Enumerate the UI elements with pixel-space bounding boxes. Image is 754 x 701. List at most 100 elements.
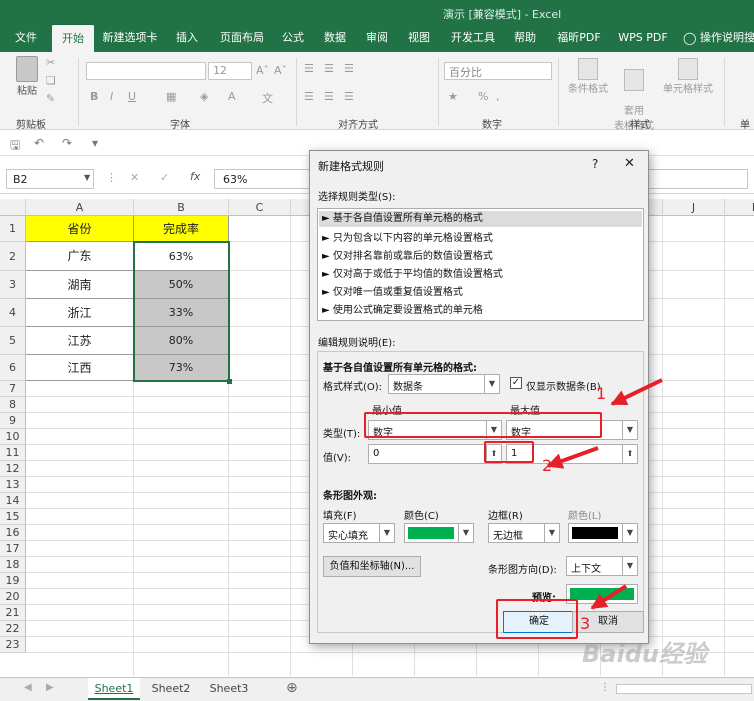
rule-type-item[interactable]: ► 使用公式确定要设置格式的单元格 bbox=[322, 301, 483, 316]
tab-file[interactable]: 文件 bbox=[6, 24, 46, 52]
fill-color-picker[interactable]: ▼ bbox=[404, 523, 474, 543]
fill-color-icon[interactable]: ◈ bbox=[200, 90, 208, 103]
row-header-22[interactable]: 22 bbox=[0, 621, 26, 637]
tell-me-search[interactable]: 操作说明搜 bbox=[700, 24, 754, 52]
tab-home[interactable]: 开始 bbox=[52, 24, 94, 52]
row-header-2[interactable]: 2 bbox=[0, 242, 26, 271]
align-right-icon[interactable]: ☰ bbox=[344, 90, 354, 103]
number-format-select[interactable]: 百分比 bbox=[444, 62, 552, 80]
sheet-tab-sheet3[interactable]: Sheet3 bbox=[202, 678, 256, 700]
cell-a4[interactable]: 浙江 bbox=[26, 299, 134, 327]
row-header-5[interactable]: 5 bbox=[0, 327, 26, 355]
copy-icon[interactable]: ❏ bbox=[46, 74, 56, 87]
shrink-font-icon[interactable]: Aˇ bbox=[274, 64, 287, 77]
rule-type-item[interactable]: ► 基于各自值设置所有单元格的格式 bbox=[319, 211, 642, 227]
row-header-19[interactable]: 19 bbox=[0, 573, 26, 589]
tab-formulas[interactable]: 公式 bbox=[276, 24, 310, 52]
redo-icon[interactable]: ↷ bbox=[62, 136, 72, 150]
cell-b1[interactable]: 完成率 bbox=[134, 216, 229, 242]
font-size-select[interactable]: 12 bbox=[208, 62, 252, 80]
row-header-1[interactable]: 1 bbox=[0, 216, 26, 242]
name-box[interactable]: B2 bbox=[6, 169, 94, 189]
select-all-corner[interactable] bbox=[0, 199, 26, 216]
cell-a2[interactable]: 广东 bbox=[26, 242, 134, 271]
row-header-4[interactable]: 4 bbox=[0, 299, 26, 327]
conditional-format-button[interactable]: 条件格式 bbox=[566, 58, 610, 95]
cell-a3[interactable]: 湖南 bbox=[26, 271, 134, 299]
insert-function-icon[interactable]: fx bbox=[190, 170, 200, 183]
tab-page-layout[interactable]: 页面布局 bbox=[214, 24, 270, 52]
borders-icon[interactable]: ▦ bbox=[166, 90, 176, 103]
row-header-8[interactable]: 8 bbox=[0, 397, 26, 413]
sheet-tab-sheet1[interactable]: Sheet1 bbox=[88, 678, 140, 700]
cell-a5[interactable]: 江苏 bbox=[26, 327, 134, 355]
format-style-select[interactable]: 数据条 ▼ bbox=[388, 374, 500, 394]
prev-sheet-icon[interactable]: ◀ bbox=[24, 682, 32, 693]
row-header-7[interactable]: 7 bbox=[0, 381, 26, 397]
align-bottom-icon[interactable]: ☰ bbox=[344, 62, 354, 75]
tab-view[interactable]: 视图 bbox=[402, 24, 436, 52]
rule-type-item[interactable]: ► 只为包含以下内容的单元格设置格式 bbox=[322, 229, 493, 244]
cell-a6[interactable]: 江西 bbox=[26, 355, 134, 381]
border-select[interactable]: 无边框 ▼ bbox=[488, 523, 560, 543]
column-header-j[interactable]: J bbox=[663, 199, 725, 216]
underline-icon[interactable]: U bbox=[128, 90, 136, 103]
tab-new[interactable]: 新建选项卡 bbox=[98, 24, 162, 52]
save-icon[interactable]: 🖫 bbox=[10, 136, 20, 157]
show-bar-only-checkbox[interactable]: ✓ bbox=[510, 377, 522, 389]
sheet-tab-sheet2[interactable]: Sheet2 bbox=[144, 678, 198, 700]
rule-type-item[interactable]: ► 仅对高于或低于平均值的数值设置格式 bbox=[322, 265, 503, 280]
customize-icon[interactable]: ▾ bbox=[92, 136, 98, 150]
cut-icon[interactable]: ✂ bbox=[46, 56, 55, 69]
column-header-c[interactable]: C bbox=[229, 199, 291, 216]
row-header-6[interactable]: 6 bbox=[0, 355, 26, 381]
bold-icon[interactable]: B bbox=[90, 90, 98, 103]
tab-review[interactable]: 审阅 bbox=[360, 24, 394, 52]
undo-icon[interactable]: ↶ bbox=[34, 136, 44, 150]
row-header-18[interactable]: 18 bbox=[0, 557, 26, 573]
rule-type-list[interactable]: ► 基于各自值设置所有单元格的格式 ► 只为包含以下内容的单元格设置格式 ► 仅… bbox=[317, 208, 644, 321]
cancel-entry-icon[interactable]: ✕ bbox=[130, 171, 139, 184]
next-sheet-icon[interactable]: ▶ bbox=[46, 682, 54, 693]
direction-select[interactable]: 上下文 ▼ bbox=[566, 556, 638, 576]
fill-handle[interactable] bbox=[227, 379, 232, 384]
border-color-picker[interactable]: ▼ bbox=[568, 523, 638, 543]
comma-icon[interactable]: , bbox=[496, 90, 500, 103]
row-header-14[interactable]: 14 bbox=[0, 493, 26, 509]
cell-styles-button[interactable]: 单元格样式 bbox=[660, 58, 716, 95]
column-header-a[interactable]: A bbox=[26, 199, 134, 216]
tab-foxit-pdf[interactable]: 福昕PDF bbox=[552, 24, 606, 52]
row-header-12[interactable]: 12 bbox=[0, 461, 26, 477]
font-color-icon[interactable]: A bbox=[228, 90, 236, 103]
row-header-16[interactable]: 16 bbox=[0, 525, 26, 541]
align-left-icon[interactable]: ☰ bbox=[304, 90, 314, 103]
tab-help[interactable]: 帮助 bbox=[508, 24, 542, 52]
tab-wps-pdf[interactable]: WPS PDF bbox=[614, 24, 672, 52]
negative-axis-button[interactable]: 负值和坐标轴(N)... bbox=[323, 556, 421, 577]
min-value-input[interactable]: 0 ⬆ bbox=[368, 444, 502, 464]
range-picker-icon[interactable]: ⬆ bbox=[622, 445, 637, 463]
row-header-9[interactable]: 9 bbox=[0, 413, 26, 429]
italic-icon[interactable]: I bbox=[110, 90, 113, 103]
close-button[interactable]: ✕ bbox=[624, 156, 635, 171]
percent-icon[interactable]: % bbox=[478, 90, 488, 103]
fill-select[interactable]: 实心填充 ▼ bbox=[323, 523, 395, 543]
rule-type-item[interactable]: ► 仅对排名靠前或靠后的数值设置格式 bbox=[322, 247, 493, 262]
row-header-20[interactable]: 20 bbox=[0, 589, 26, 605]
horizontal-scrollbar[interactable] bbox=[616, 684, 752, 694]
help-button[interactable]: ? bbox=[592, 157, 598, 171]
row-header-15[interactable]: 15 bbox=[0, 509, 26, 525]
phonetic-icon[interactable]: 文 bbox=[262, 90, 273, 106]
align-middle-icon[interactable]: ☰ bbox=[324, 62, 334, 75]
format-painter-icon[interactable]: ✎ bbox=[46, 92, 55, 105]
add-sheet-icon[interactable]: ⊕ bbox=[286, 680, 298, 696]
tab-data[interactable]: 数据 bbox=[318, 24, 352, 52]
row-header-23[interactable]: 23 bbox=[0, 637, 26, 653]
name-box-dropdown-icon[interactable]: ▼ bbox=[84, 173, 90, 182]
tab-insert[interactable]: 插入 bbox=[168, 24, 206, 52]
font-name-select[interactable] bbox=[86, 62, 206, 80]
column-header-k[interactable]: K bbox=[725, 199, 754, 216]
align-top-icon[interactable]: ☰ bbox=[304, 62, 314, 75]
confirm-entry-icon[interactable]: ✓ bbox=[160, 171, 169, 184]
row-header-10[interactable]: 10 bbox=[0, 429, 26, 445]
